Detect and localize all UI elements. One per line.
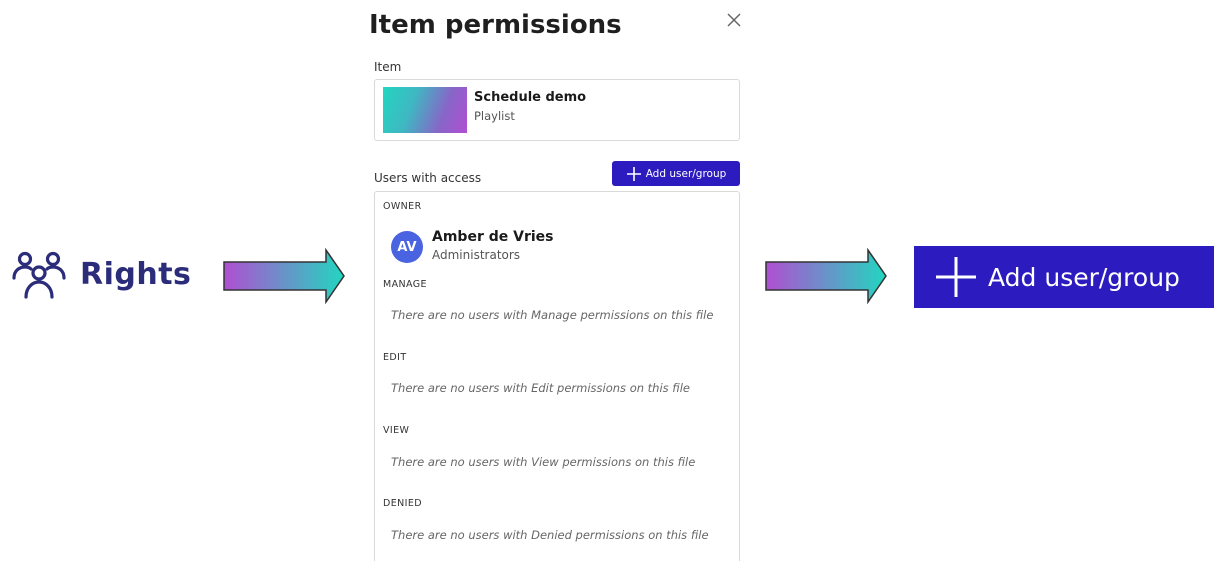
rights-menu-item[interactable]: Rights	[10, 245, 191, 303]
item-thumbnail	[383, 87, 467, 133]
manage-empty-message: There are no users with Manage permissio…	[391, 308, 714, 322]
item-permissions-dialog: Item permissions Item Schedule demo Play…	[360, 0, 760, 561]
users-with-access-label: Users with access	[374, 171, 482, 185]
tutorial-canvas: Rights Item permissions Item Schedule de…	[0, 0, 1215, 561]
manage-group-title: MANAGE	[383, 279, 427, 290]
item-card: Schedule demo Playlist	[374, 79, 740, 141]
arrow-right-icon	[223, 248, 345, 304]
close-icon[interactable]	[724, 10, 744, 30]
add-user-group-label: Add user/group	[645, 167, 727, 180]
owner-name: Amber de Vries	[432, 229, 554, 245]
dialog-title: Item permissions	[369, 10, 622, 40]
plus-icon	[626, 166, 641, 181]
arrow-right-icon	[765, 248, 887, 304]
edit-group-title: EDIT	[383, 352, 407, 363]
view-group-title: VIEW	[383, 425, 410, 436]
item-section-label: Item	[374, 60, 402, 74]
access-list: OWNER AV Amber de Vries Administrators M…	[374, 191, 740, 561]
avatar: AV	[391, 231, 423, 263]
plus-icon	[936, 257, 976, 297]
add-user-group-button[interactable]: Add user/group	[612, 161, 740, 186]
denied-group-title: DENIED	[383, 498, 422, 509]
add-user-group-callout-button[interactable]: Add user/group	[914, 246, 1214, 308]
item-type: Playlist	[474, 109, 515, 123]
item-name: Schedule demo	[474, 90, 587, 105]
users-icon	[12, 251, 66, 299]
rights-label: Rights	[80, 256, 192, 292]
denied-empty-message: There are no users with Denied permissio…	[391, 528, 709, 542]
add-user-group-callout-label: Add user/group	[988, 262, 1180, 292]
owner-group-title: OWNER	[383, 201, 422, 212]
owner-role: Administrators	[432, 248, 521, 262]
view-empty-message: There are no users with View permissions…	[391, 455, 696, 469]
edit-empty-message: There are no users with Edit permissions…	[391, 381, 691, 395]
